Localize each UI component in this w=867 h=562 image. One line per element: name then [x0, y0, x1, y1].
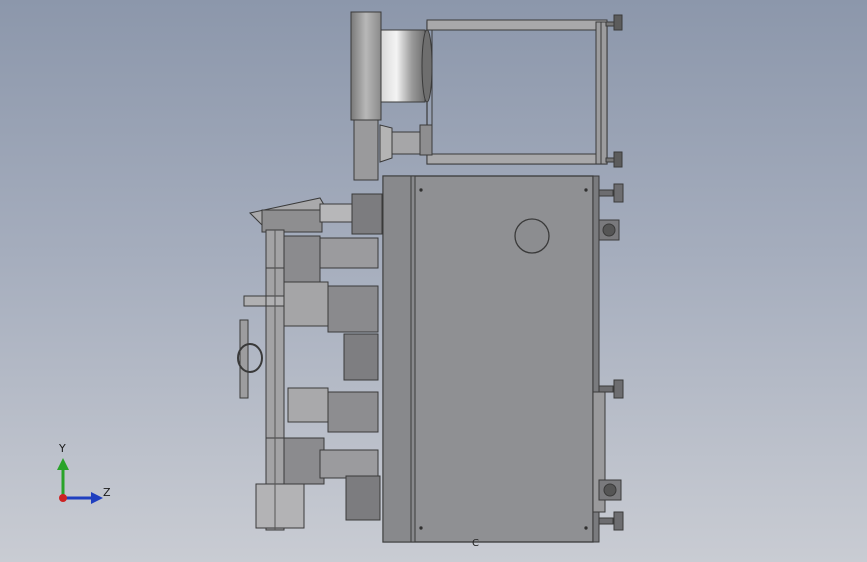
upper-frame[interactable]	[426, 14, 623, 168]
drum-roll[interactable]	[350, 11, 433, 181]
axis-triad	[57, 458, 103, 504]
left-mechanism[interactable]	[237, 193, 383, 531]
main-cabinet[interactable]	[382, 175, 600, 543]
y-axis-label: Y	[59, 442, 66, 455]
cad-viewport[interactable]: Y Z C	[0, 0, 867, 562]
machine-model[interactable]	[0, 0, 867, 562]
view-mark: C	[472, 538, 479, 549]
z-axis-label: Z	[103, 486, 111, 499]
